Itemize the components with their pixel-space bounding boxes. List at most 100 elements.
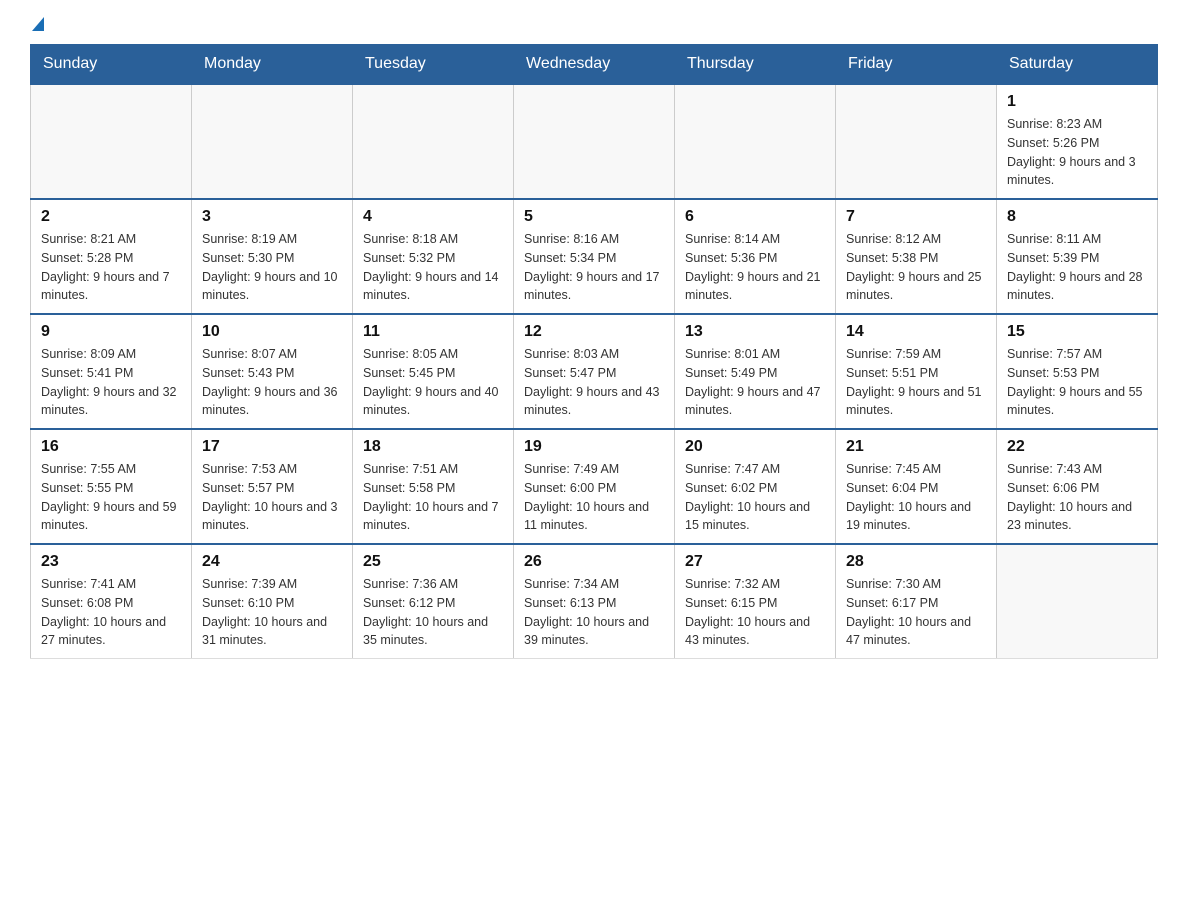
day-number: 25 bbox=[363, 553, 503, 571]
weekday-header-saturday: Saturday bbox=[997, 45, 1158, 85]
day-info: Sunrise: 7:45 AMSunset: 6:04 PMDaylight:… bbox=[846, 460, 986, 535]
calendar-cell: 26 Sunrise: 7:34 AMSunset: 6:13 PMDayligh… bbox=[514, 544, 675, 659]
logo bbox=[30, 20, 44, 34]
day-info: Sunrise: 8:07 AMSunset: 5:43 PMDaylight:… bbox=[202, 345, 342, 420]
day-number: 28 bbox=[846, 553, 986, 571]
week-row-1: 1 Sunrise: 8:23 AMSunset: 5:26 PMDaylight… bbox=[31, 84, 1158, 199]
week-row-4: 16 Sunrise: 7:55 AMSunset: 5:55 PMDayligh… bbox=[31, 429, 1158, 544]
day-number: 27 bbox=[685, 553, 825, 571]
day-number: 6 bbox=[685, 208, 825, 226]
calendar-cell: 25 Sunrise: 7:36 AMSunset: 6:12 PMDayligh… bbox=[353, 544, 514, 659]
day-info: Sunrise: 8:16 AMSunset: 5:34 PMDaylight:… bbox=[524, 230, 664, 305]
day-info: Sunrise: 8:11 AMSunset: 5:39 PMDaylight:… bbox=[1007, 230, 1147, 305]
day-number: 13 bbox=[685, 323, 825, 341]
day-info: Sunrise: 7:55 AMSunset: 5:55 PMDaylight:… bbox=[41, 460, 181, 535]
day-info: Sunrise: 7:43 AMSunset: 6:06 PMDaylight:… bbox=[1007, 460, 1147, 535]
week-row-5: 23 Sunrise: 7:41 AMSunset: 6:08 PMDayligh… bbox=[31, 544, 1158, 659]
day-number: 11 bbox=[363, 323, 503, 341]
calendar-cell: 1 Sunrise: 8:23 AMSunset: 5:26 PMDaylight… bbox=[997, 84, 1158, 199]
logo-triangle-icon bbox=[32, 17, 44, 31]
weekday-header-wednesday: Wednesday bbox=[514, 45, 675, 85]
day-info: Sunrise: 7:32 AMSunset: 6:15 PMDaylight:… bbox=[685, 575, 825, 650]
day-number: 5 bbox=[524, 208, 664, 226]
calendar-cell: 5 Sunrise: 8:16 AMSunset: 5:34 PMDaylight… bbox=[514, 199, 675, 314]
calendar-cell: 20 Sunrise: 7:47 AMSunset: 6:02 PMDayligh… bbox=[675, 429, 836, 544]
calendar-cell: 6 Sunrise: 8:14 AMSunset: 5:36 PMDaylight… bbox=[675, 199, 836, 314]
calendar-cell: 10Sunrise: 8:07 AMSunset: 5:43 PMDayligh… bbox=[192, 314, 353, 429]
day-info: Sunrise: 8:09 AMSunset: 5:41 PMDaylight:… bbox=[41, 345, 181, 420]
day-info: Sunrise: 8:19 AMSunset: 5:30 PMDaylight:… bbox=[202, 230, 342, 305]
calendar-cell: 14 Sunrise: 7:59 AMSunset: 5:51 PMDayligh… bbox=[836, 314, 997, 429]
day-number: 8 bbox=[1007, 208, 1147, 226]
week-row-2: 2 Sunrise: 8:21 AMSunset: 5:28 PMDaylight… bbox=[31, 199, 1158, 314]
calendar-cell: 3Sunrise: 8:19 AMSunset: 5:30 PMDaylight… bbox=[192, 199, 353, 314]
calendar-cell bbox=[836, 84, 997, 199]
calendar-cell: 21 Sunrise: 7:45 AMSunset: 6:04 PMDayligh… bbox=[836, 429, 997, 544]
week-row-3: 9 Sunrise: 8:09 AMSunset: 5:41 PMDaylight… bbox=[31, 314, 1158, 429]
weekday-header-thursday: Thursday bbox=[675, 45, 836, 85]
day-info: Sunrise: 8:01 AMSunset: 5:49 PMDaylight:… bbox=[685, 345, 825, 420]
calendar-cell bbox=[997, 544, 1158, 659]
calendar-cell: 9 Sunrise: 8:09 AMSunset: 5:41 PMDaylight… bbox=[31, 314, 192, 429]
day-number: 17 bbox=[202, 438, 342, 456]
calendar-cell: 13 Sunrise: 8:01 AMSunset: 5:49 PMDayligh… bbox=[675, 314, 836, 429]
calendar-cell: 4 Sunrise: 8:18 AMSunset: 5:32 PMDaylight… bbox=[353, 199, 514, 314]
weekday-header-monday: Monday bbox=[192, 45, 353, 85]
day-info: Sunrise: 7:47 AMSunset: 6:02 PMDaylight:… bbox=[685, 460, 825, 535]
day-info: Sunrise: 7:57 AMSunset: 5:53 PMDaylight:… bbox=[1007, 345, 1147, 420]
calendar-cell: 16 Sunrise: 7:55 AMSunset: 5:55 PMDayligh… bbox=[31, 429, 192, 544]
day-number: 15 bbox=[1007, 323, 1147, 341]
day-info: Sunrise: 8:05 AMSunset: 5:45 PMDaylight:… bbox=[363, 345, 503, 420]
day-number: 20 bbox=[685, 438, 825, 456]
day-number: 14 bbox=[846, 323, 986, 341]
day-info: Sunrise: 7:34 AMSunset: 6:13 PMDaylight:… bbox=[524, 575, 664, 650]
calendar-cell: 2 Sunrise: 8:21 AMSunset: 5:28 PMDaylight… bbox=[31, 199, 192, 314]
weekday-header-tuesday: Tuesday bbox=[353, 45, 514, 85]
calendar-cell bbox=[514, 84, 675, 199]
day-number: 26 bbox=[524, 553, 664, 571]
day-info: Sunrise: 7:39 AMSunset: 6:10 PMDaylight:… bbox=[202, 575, 342, 650]
day-number: 7 bbox=[846, 208, 986, 226]
calendar-cell: 17 Sunrise: 7:53 AMSunset: 5:57 PMDayligh… bbox=[192, 429, 353, 544]
day-info: Sunrise: 8:12 AMSunset: 5:38 PMDaylight:… bbox=[846, 230, 986, 305]
day-number: 21 bbox=[846, 438, 986, 456]
day-info: Sunrise: 8:18 AMSunset: 5:32 PMDaylight:… bbox=[363, 230, 503, 305]
day-number: 1 bbox=[1007, 93, 1147, 111]
day-number: 24 bbox=[202, 553, 342, 571]
calendar-cell bbox=[31, 84, 192, 199]
calendar-cell: 12 Sunrise: 8:03 AMSunset: 5:47 PMDayligh… bbox=[514, 314, 675, 429]
day-info: Sunrise: 7:30 AMSunset: 6:17 PMDaylight:… bbox=[846, 575, 986, 650]
day-number: 9 bbox=[41, 323, 181, 341]
day-info: Sunrise: 8:14 AMSunset: 5:36 PMDaylight:… bbox=[685, 230, 825, 305]
calendar-cell: 22Sunrise: 7:43 AMSunset: 6:06 PMDayligh… bbox=[997, 429, 1158, 544]
day-info: Sunrise: 7:41 AMSunset: 6:08 PMDaylight:… bbox=[41, 575, 181, 650]
weekday-header-sunday: Sunday bbox=[31, 45, 192, 85]
day-number: 12 bbox=[524, 323, 664, 341]
calendar-cell: 27 Sunrise: 7:32 AMSunset: 6:15 PMDayligh… bbox=[675, 544, 836, 659]
calendar-cell bbox=[192, 84, 353, 199]
day-info: Sunrise: 7:36 AMSunset: 6:12 PMDaylight:… bbox=[363, 575, 503, 650]
calendar-cell: 23 Sunrise: 7:41 AMSunset: 6:08 PMDayligh… bbox=[31, 544, 192, 659]
day-info: Sunrise: 7:53 AMSunset: 5:57 PMDaylight:… bbox=[202, 460, 342, 535]
day-number: 23 bbox=[41, 553, 181, 571]
calendar-cell bbox=[353, 84, 514, 199]
day-info: Sunrise: 7:59 AMSunset: 5:51 PMDaylight:… bbox=[846, 345, 986, 420]
day-number: 2 bbox=[41, 208, 181, 226]
day-number: 18 bbox=[363, 438, 503, 456]
day-info: Sunrise: 8:21 AMSunset: 5:28 PMDaylight:… bbox=[41, 230, 181, 305]
day-info: Sunrise: 7:51 AMSunset: 5:58 PMDaylight:… bbox=[363, 460, 503, 535]
calendar-cell: 11 Sunrise: 8:05 AMSunset: 5:45 PMDayligh… bbox=[353, 314, 514, 429]
weekday-header-row: SundayMondayTuesdayWednesdayThursdayFrid… bbox=[31, 45, 1158, 85]
calendar-cell: 18 Sunrise: 7:51 AMSunset: 5:58 PMDayligh… bbox=[353, 429, 514, 544]
day-number: 4 bbox=[363, 208, 503, 226]
calendar-cell: 19Sunrise: 7:49 AMSunset: 6:00 PMDayligh… bbox=[514, 429, 675, 544]
weekday-header-friday: Friday bbox=[836, 45, 997, 85]
day-info: Sunrise: 8:03 AMSunset: 5:47 PMDaylight:… bbox=[524, 345, 664, 420]
day-info: Sunrise: 8:23 AMSunset: 5:26 PMDaylight:… bbox=[1007, 115, 1147, 190]
day-number: 16 bbox=[41, 438, 181, 456]
calendar-cell: 24 Sunrise: 7:39 AMSunset: 6:10 PMDayligh… bbox=[192, 544, 353, 659]
calendar-cell bbox=[675, 84, 836, 199]
calendar-cell: 15 Sunrise: 7:57 AMSunset: 5:53 PMDayligh… bbox=[997, 314, 1158, 429]
day-info: Sunrise: 7:49 AMSunset: 6:00 PMDaylight:… bbox=[524, 460, 664, 535]
calendar-table: SundayMondayTuesdayWednesdayThursdayFrid… bbox=[30, 44, 1158, 659]
